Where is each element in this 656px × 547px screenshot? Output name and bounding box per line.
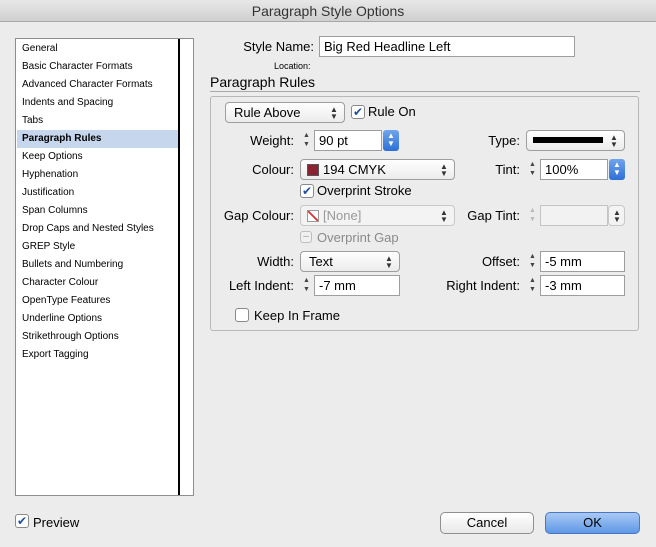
sidebar-item[interactable]: Justification: [17, 184, 178, 202]
tint-dropdown-button[interactable]: ▲ ▼: [609, 159, 625, 180]
gap-tint-input[interactable]: [540, 205, 608, 226]
updown-chevron-icon: ▲ ▼: [440, 208, 448, 224]
updown-chevron-icon: ▲ ▼: [330, 105, 338, 121]
gap-colour-value: [None]: [323, 208, 362, 223]
overprint-gap-label: Overprint Gap: [317, 230, 399, 245]
left-indent-label: Left Indent:: [228, 278, 294, 293]
sidebar-item[interactable]: OpenType Features: [17, 292, 178, 310]
rule-type-value: Rule Above: [234, 105, 301, 120]
gap-tint-dropdown-button[interactable]: ▲ ▼: [608, 205, 625, 226]
section-divider: [210, 91, 640, 92]
offset-label: Offset:: [481, 254, 520, 269]
rule-on-label: Rule On: [368, 104, 416, 119]
sidebar-item[interactable]: Advanced Character Formats: [17, 76, 178, 94]
right-indent-label: Right Indent:: [446, 278, 520, 293]
window-title: Paragraph Style Options: [0, 0, 656, 22]
gap-tint-stepper[interactable]: ▲ ▼: [526, 205, 539, 226]
weight-input[interactable]: 90 pt: [314, 130, 382, 151]
tint-input[interactable]: 100%: [540, 159, 608, 180]
preview-label: Preview: [33, 515, 80, 530]
sidebar-item[interactable]: Span Columns: [17, 202, 178, 220]
list-scrollbar[interactable]: [178, 39, 193, 495]
offset-stepper[interactable]: ▲ ▼: [526, 251, 539, 272]
none-swatch-icon: [307, 210, 319, 222]
sidebar-item[interactable]: Hyphenation: [17, 166, 178, 184]
updown-chevron-icon: ▲ ▼: [610, 133, 618, 149]
colour-value: 194 CMYK: [323, 162, 386, 177]
location-label: Location:: [274, 61, 311, 71]
keep-in-frame-checkbox[interactable]: [235, 308, 249, 322]
type-label: Type:: [488, 133, 520, 148]
stroke-type-select[interactable]: ▲ ▼: [526, 130, 625, 151]
style-name-label: Style Name:: [243, 39, 314, 54]
sidebar-item[interactable]: Underline Options: [17, 310, 178, 328]
offset-input[interactable]: -5 mm: [540, 251, 625, 272]
overprint-stroke-label: Overprint Stroke: [317, 183, 412, 198]
sidebar-item[interactable]: Character Colour: [17, 274, 178, 292]
ok-button[interactable]: OK: [545, 512, 640, 534]
sidebar-item[interactable]: Strikethrough Options: [17, 328, 178, 346]
right-indent-stepper[interactable]: ▲ ▼: [526, 275, 539, 296]
sidebar-item[interactable]: Drop Caps and Nested Styles: [17, 220, 178, 238]
style-name-input[interactable]: Big Red Headline Left: [319, 36, 575, 57]
weight-label: Weight:: [250, 133, 294, 148]
overprint-gap-checkbox[interactable]: –: [300, 231, 312, 243]
sidebar-item[interactable]: Export Tagging: [17, 346, 178, 364]
sidebar-item[interactable]: Keep Options: [17, 148, 178, 166]
tint-stepper[interactable]: ▲ ▼: [526, 159, 539, 180]
gap-tint-label: Gap Tint:: [467, 208, 520, 223]
left-indent-input[interactable]: -7 mm: [314, 275, 400, 296]
rule-on-checkbox[interactable]: ✔: [351, 105, 365, 119]
gap-colour-label: Gap Colour:: [223, 208, 294, 223]
category-list[interactable]: General Basic Character Formats Advanced C…: [15, 38, 194, 496]
sidebar-item[interactable]: General: [17, 40, 178, 58]
tint-label: Tint:: [495, 162, 520, 177]
cancel-button[interactable]: Cancel: [440, 512, 534, 534]
width-label: Width:: [257, 254, 294, 269]
right-indent-input[interactable]: -3 mm: [540, 275, 625, 296]
left-indent-stepper[interactable]: ▲ ▼: [300, 275, 313, 296]
colour-select[interactable]: 194 CMYK ▲ ▼: [300, 159, 455, 180]
keep-in-frame-label: Keep In Frame: [254, 308, 340, 323]
updown-chevron-icon: ▲ ▼: [385, 254, 393, 270]
weight-stepper[interactable]: ▲ ▼: [300, 130, 313, 151]
solid-stroke-swatch: [533, 137, 603, 143]
section-title: Paragraph Rules: [210, 74, 316, 90]
sidebar-item[interactable]: GREP Style: [17, 238, 178, 256]
sidebar-item[interactable]: Bullets and Numbering: [17, 256, 178, 274]
sidebar-item[interactable]: Indents and Spacing: [17, 94, 178, 112]
sidebar-item[interactable]: Paragraph Rules: [17, 130, 178, 148]
colour-label: Colour:: [252, 162, 294, 177]
weight-dropdown-button[interactable]: ▲ ▼: [383, 130, 399, 151]
rule-type-select[interactable]: Rule Above ▲ ▼: [225, 102, 345, 123]
overprint-stroke-checkbox[interactable]: ✔: [300, 184, 314, 198]
width-value: Text: [309, 254, 333, 269]
updown-chevron-icon: ▲ ▼: [440, 162, 448, 178]
preview-checkbox[interactable]: ✔: [15, 514, 29, 528]
sidebar-item[interactable]: Tabs: [17, 112, 178, 130]
colour-swatch-icon: [307, 164, 319, 176]
gap-colour-select[interactable]: [None] ▲ ▼: [300, 205, 455, 226]
sidebar-item[interactable]: Basic Character Formats: [17, 58, 178, 76]
updown-chevron-icon: ▲ ▼: [613, 208, 621, 224]
width-select[interactable]: Text ▲ ▼: [300, 251, 400, 272]
